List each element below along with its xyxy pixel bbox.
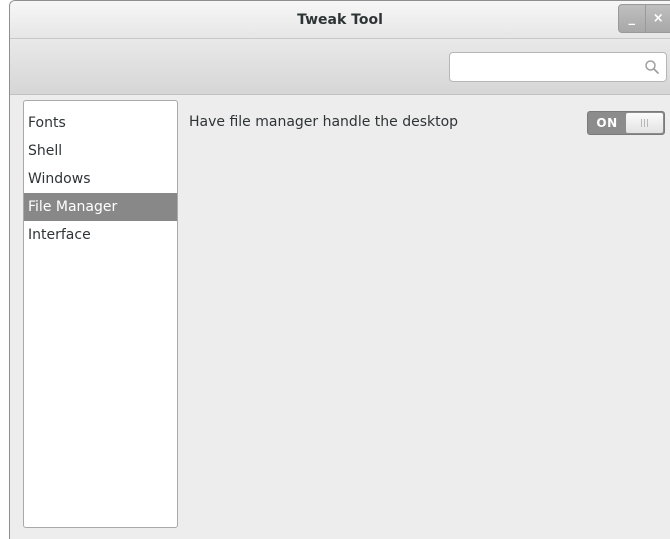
sidebar-item-file-manager[interactable]: File Manager: [24, 193, 177, 221]
grip-line: [641, 119, 642, 127]
window-title: Tweak Tool: [297, 12, 383, 28]
title-bar[interactable]: Tweak Tool _ ×: [10, 1, 670, 39]
grip-line: [647, 119, 648, 127]
sidebar-item-windows[interactable]: Windows: [24, 165, 177, 193]
desktop-toggle-switch[interactable]: ON: [587, 111, 665, 135]
sidebar-item-shell[interactable]: Shell: [24, 137, 177, 165]
search-input[interactable]: [456, 57, 640, 79]
tweak-tool-window: Tweak Tool _ × Fonts Shell Windows File …: [9, 0, 670, 539]
search-field[interactable]: [449, 52, 667, 82]
search-icon: [645, 60, 659, 74]
minimize-button[interactable]: _: [619, 5, 645, 32]
grip-line: [644, 119, 645, 127]
window-controls: _ ×: [618, 4, 670, 33]
close-button[interactable]: ×: [644, 5, 670, 32]
sidebar-item-fonts[interactable]: Fonts: [24, 109, 177, 137]
switch-knob[interactable]: [626, 113, 663, 133]
switch-on-label: ON: [596, 116, 618, 130]
sidebar-item-interface[interactable]: Interface: [24, 221, 177, 249]
desktop-setting-label: Have file manager handle the desktop: [189, 114, 459, 130]
category-list: Fonts Shell Windows File Manager Interfa…: [23, 100, 178, 528]
toolbar: [10, 39, 670, 95]
